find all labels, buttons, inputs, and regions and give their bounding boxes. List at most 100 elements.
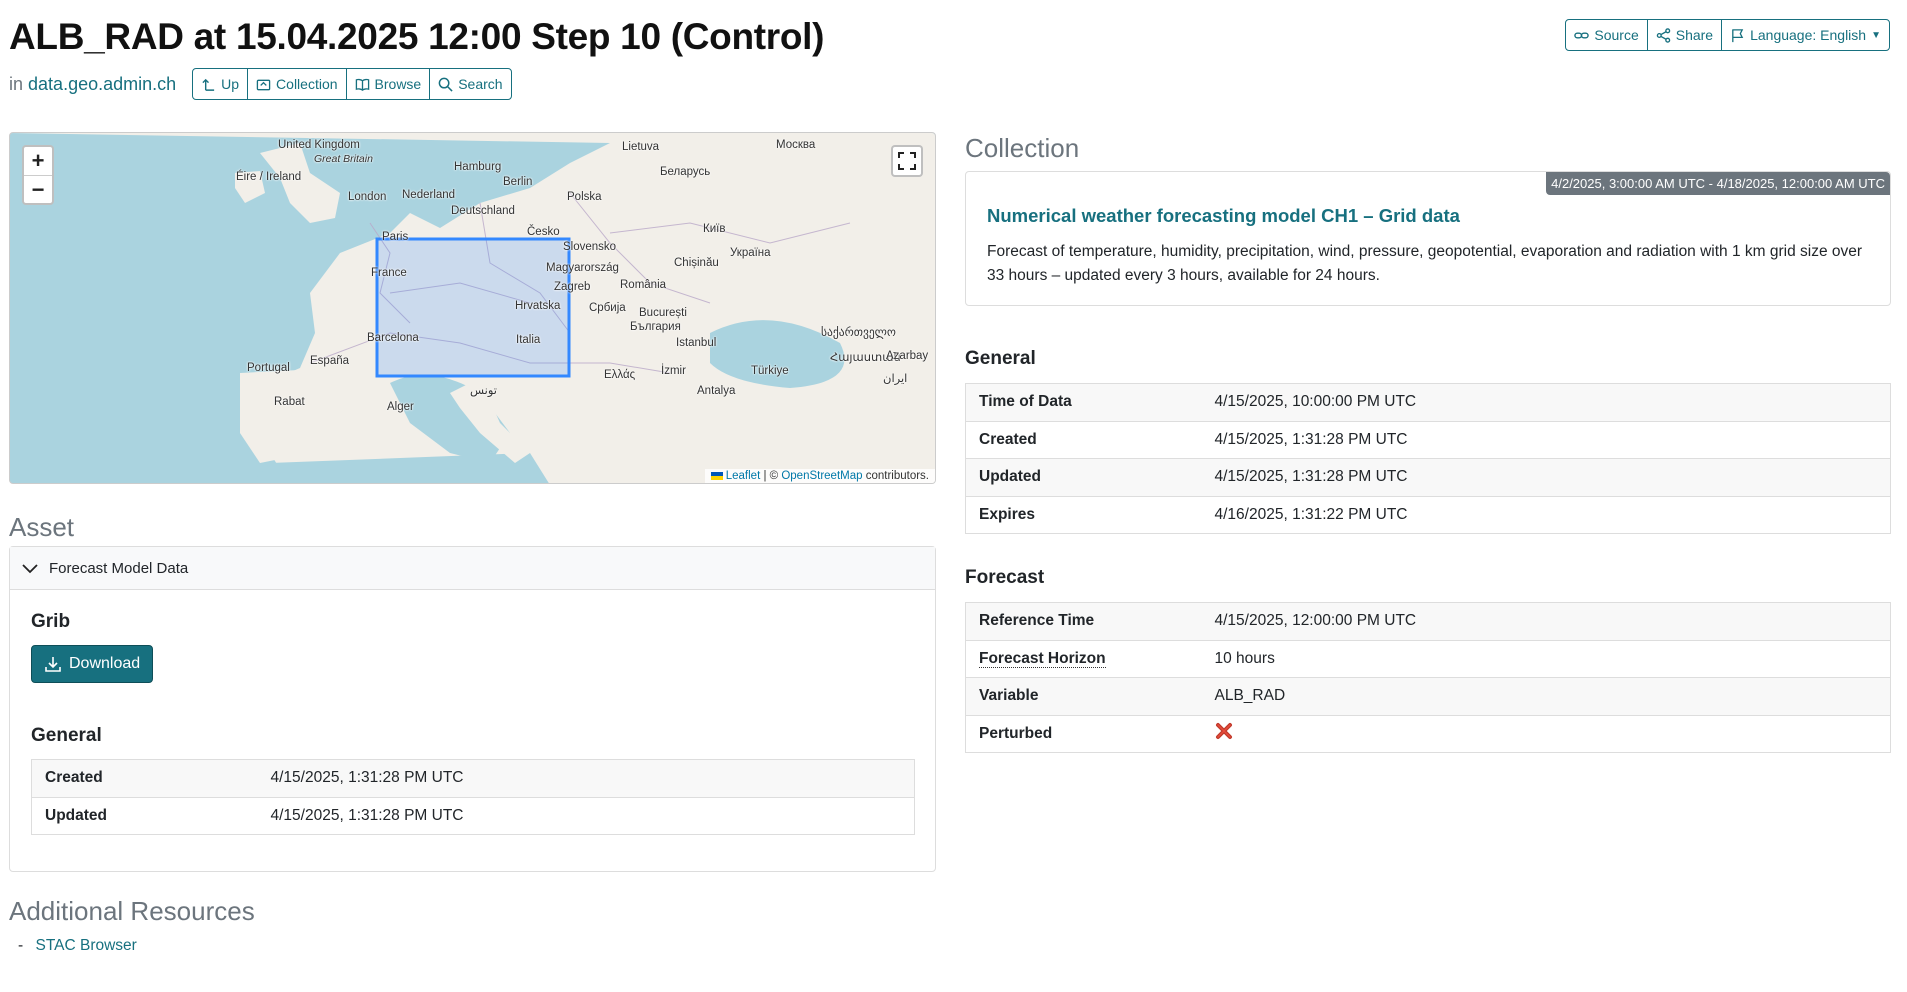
row-value: ALB_RAD — [1201, 677, 1891, 715]
map-label: İzmir — [661, 365, 686, 377]
general-heading: General — [965, 348, 1036, 369]
forecast-horizon-abbr[interactable]: Forecast Horizon — [979, 649, 1106, 668]
map-label: Slovensko — [563, 241, 617, 253]
stac-browser-link[interactable]: STAC Browser — [35, 937, 136, 954]
row-key: Updated — [31, 796, 258, 835]
caret-down-icon: ▼ — [1871, 29, 1881, 41]
source-button[interactable]: Source — [1565, 19, 1648, 51]
share-button[interactable]: Share — [1646, 19, 1723, 51]
map-label: România — [620, 279, 667, 291]
grib-heading: Grib — [31, 611, 71, 632]
share-icon — [1656, 27, 1670, 43]
map[interactable]: United Kingdom Great Britain Éire / Irel… — [9, 132, 936, 484]
download-button[interactable]: Download — [31, 645, 154, 683]
cross-icon — [1215, 723, 1232, 740]
zoom-in-button[interactable]: + — [24, 147, 52, 175]
map-label: Lietuva — [622, 141, 660, 153]
row-key: Created — [31, 759, 258, 797]
fullscreen-button[interactable] — [891, 145, 923, 177]
language-label: Language: English — [1750, 27, 1867, 43]
subtitle-bar: in data.geo.admin.ch Up Collection Brows… — [9, 68, 512, 100]
resources-list: - STAC Browser — [18, 937, 137, 955]
map-label: Chișinău — [674, 257, 719, 269]
map-label: United Kingdom — [278, 139, 360, 151]
row-key: Variable — [965, 677, 1202, 715]
collection-title-link[interactable]: Numerical weather forecasting model CH1 … — [987, 205, 1460, 227]
map-label: Portugal — [247, 362, 290, 374]
map-label: Italia — [516, 334, 541, 346]
map-label: Zagreb — [554, 281, 591, 293]
map-label: Antalya — [697, 385, 736, 397]
row-key: Created — [965, 420, 1202, 459]
collection-card[interactable]: 4/2/2025, 3:00:00 AM UTC - 4/18/2025, 12… — [965, 171, 1891, 306]
zoom-control: + − — [22, 145, 54, 205]
table-row: Updated 4/15/2025, 1:31:28 PM UTC — [965, 458, 1891, 496]
folder-icon — [256, 79, 271, 90]
list-bullet: - — [18, 937, 24, 954]
table-row: Created 4/15/2025, 1:31:28 PM UTC — [965, 420, 1891, 459]
asset-general-heading: General — [31, 725, 102, 746]
search-button[interactable]: Search — [429, 68, 512, 100]
map-label: Србија — [589, 302, 626, 314]
in-prefix: in — [9, 73, 24, 94]
table-row: Time of Data 4/15/2025, 10:00:00 PM UTC — [965, 383, 1891, 421]
collection-heading: Collection — [965, 133, 1080, 163]
catalog-link[interactable]: data.geo.admin.ch — [28, 74, 176, 94]
map-label: ایران — [883, 373, 908, 385]
map-label: Paris — [382, 231, 409, 243]
forecast-heading: Forecast — [965, 567, 1045, 588]
download-icon — [45, 657, 61, 672]
map-label: Deutschland — [451, 205, 515, 217]
row-value: 10 hours — [1201, 639, 1891, 678]
row-value: 4/16/2025, 1:31:22 PM UTC — [1201, 495, 1891, 534]
table-row: Updated 4/15/2025, 1:31:28 PM UTC — [31, 796, 915, 835]
table-row: Reference Time 4/15/2025, 12:00:00 PM UT… — [965, 602, 1891, 640]
map-label: London — [348, 191, 387, 203]
table-row: Created 4/15/2025, 1:31:28 PM UTC — [31, 759, 915, 797]
language-dropdown[interactable]: Language: English ▼ — [1721, 19, 1890, 51]
map-label: საქართველო — [821, 327, 896, 339]
map-label: Москва — [776, 139, 816, 151]
attribution-suffix: contributors. — [865, 470, 929, 482]
row-value: 4/15/2025, 1:31:28 PM UTC — [1201, 420, 1891, 459]
browse-label: Browse — [374, 76, 422, 92]
collection-label: Collection — [276, 76, 338, 92]
map-label: Беларусь — [660, 166, 711, 178]
asset-general-table: Created 4/15/2025, 1:31:28 PM UTC Update… — [31, 759, 915, 835]
temporal-extent-badge: 4/2/2025, 3:00:00 AM UTC - 4/18/2025, 12… — [1546, 172, 1890, 195]
map-label: France — [371, 267, 407, 279]
row-key: Forecast Horizon — [965, 639, 1202, 678]
table-row: Expires 4/16/2025, 1:31:22 PM UTC — [965, 495, 1891, 534]
chevron-down-icon — [22, 564, 38, 574]
table-row: Variable ALB_RAD — [965, 677, 1891, 715]
osm-link[interactable]: OpenStreetMap — [781, 470, 862, 482]
map-label: Nederland — [402, 189, 456, 201]
zoom-out-button[interactable]: − — [24, 175, 52, 203]
download-label: Download — [69, 655, 141, 672]
row-value: 4/15/2025, 1:31:28 PM UTC — [257, 759, 915, 797]
map-label: Magyarország — [546, 262, 619, 274]
asset-accordion-header[interactable]: Forecast Model Data — [10, 547, 935, 590]
browse-button[interactable]: Browse — [345, 68, 431, 100]
collection-button[interactable]: Collection — [247, 68, 347, 100]
collection-description: Forecast of temperature, humidity, preci… — [987, 243, 1863, 284]
map-label: Hrvatska — [515, 300, 561, 312]
up-button[interactable]: Up — [192, 68, 249, 100]
map-label: Україна — [730, 247, 771, 259]
leaflet-link[interactable]: Leaflet — [726, 470, 761, 482]
row-key: Time of Data — [965, 383, 1202, 421]
link-icon — [1574, 31, 1590, 39]
source-label: Source — [1594, 27, 1639, 43]
search-icon — [438, 77, 453, 92]
share-label: Share — [1675, 27, 1714, 43]
top-actions: Source Share Language: English ▼ — [1565, 19, 1890, 51]
row-key: Expires — [965, 495, 1202, 534]
fullscreen-icon — [898, 152, 916, 170]
row-key: Reference Time — [965, 602, 1202, 640]
table-row: Forecast Horizon 10 hours — [965, 639, 1891, 678]
map-label: Київ — [703, 223, 726, 235]
row-key: Updated — [965, 458, 1202, 496]
arrow-up-left-icon — [202, 78, 215, 91]
forecast-table: Reference Time 4/15/2025, 12:00:00 PM UT… — [965, 602, 1891, 753]
row-value: 4/15/2025, 12:00:00 PM UTC — [1201, 602, 1891, 640]
